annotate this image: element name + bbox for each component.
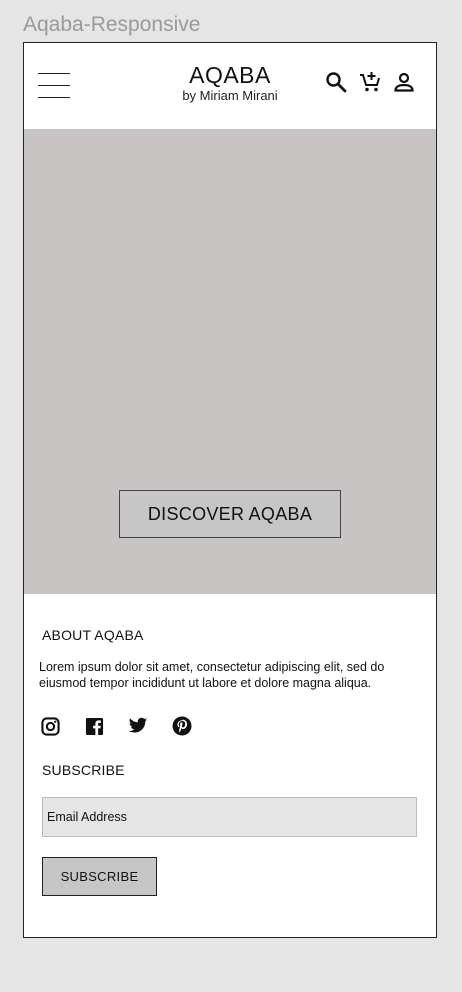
- account-icon[interactable]: [392, 70, 416, 94]
- discover-button[interactable]: DISCOVER AQABA: [119, 490, 341, 538]
- instagram-icon[interactable]: [40, 716, 60, 736]
- hero-banner: DISCOVER AQABA: [24, 129, 436, 594]
- pinterest-icon[interactable]: [172, 716, 192, 736]
- frame-title: Aqaba-Responsive: [23, 13, 201, 36]
- email-field[interactable]: [42, 797, 417, 837]
- menu-icon[interactable]: [38, 73, 70, 99]
- subscribe-button[interactable]: SUBSCRIBE: [42, 857, 157, 896]
- subscribe-title: SUBSCRIBE: [42, 762, 125, 778]
- add-to-cart-icon[interactable]: [358, 70, 382, 94]
- twitter-icon[interactable]: [128, 716, 148, 736]
- site-header: AQABA by Miriam Mirani: [24, 43, 436, 129]
- about-title: ABOUT AQABA: [42, 627, 144, 643]
- facebook-icon[interactable]: [84, 716, 104, 736]
- social-links: [40, 716, 192, 736]
- mobile-artboard: AQABA by Miriam Mirani DISCOVER AQABA AB…: [23, 42, 437, 938]
- header-actions: [324, 70, 416, 94]
- search-icon[interactable]: [324, 70, 348, 94]
- about-text: Lorem ipsum dolor sit amet, consectetur …: [39, 660, 385, 690]
